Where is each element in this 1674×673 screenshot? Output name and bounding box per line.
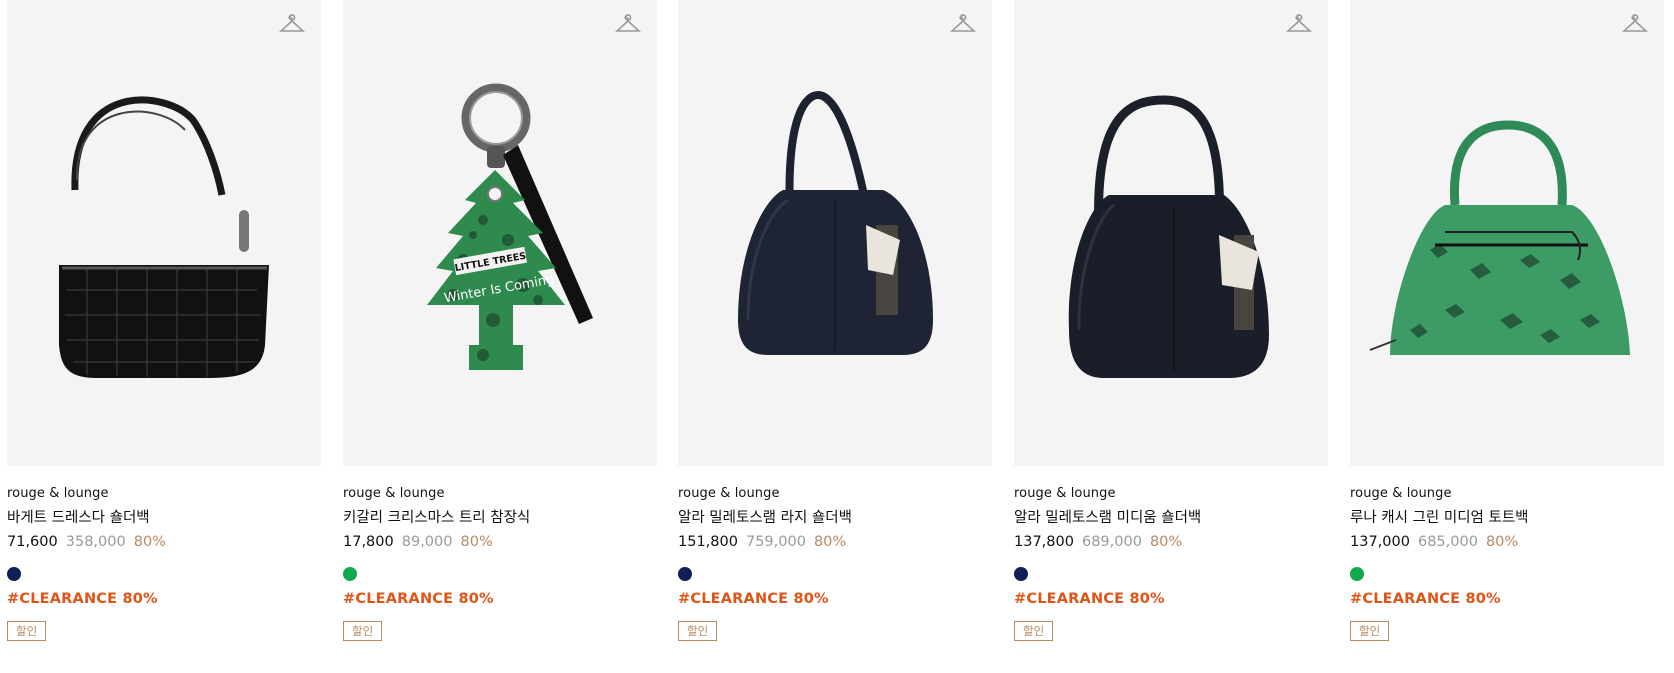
product-brand[interactable]: rouge & lounge <box>1014 486 1328 502</box>
product-card[interactable]: rouge & lounge 바게트 드레스다 숄더백 71,600 358,00… <box>7 0 321 641</box>
sale-badge: 할인 <box>678 621 718 641</box>
original-price: 89,000 <box>401 534 453 550</box>
discount-rate: 80% <box>1485 534 1519 550</box>
discount-rate: 80% <box>460 534 493 550</box>
large-hobo-bag-image <box>738 90 933 355</box>
color-swatch[interactable] <box>1014 567 1028 581</box>
clearance-tag[interactable]: #CLEARANCE 80% <box>7 591 321 607</box>
product-brand[interactable]: rouge & lounge <box>678 486 992 502</box>
clearance-tag[interactable]: #CLEARANCE 80% <box>343 591 657 607</box>
price-row: 151,800 759,000 80% <box>678 533 992 551</box>
product-brand[interactable]: rouge & lounge <box>343 486 657 502</box>
sale-price: 137,800 <box>1014 534 1074 550</box>
product-image[interactable] <box>678 0 992 466</box>
price-row: 17,800 89,000 80% <box>343 533 657 551</box>
product-brand[interactable]: rouge & lounge <box>7 486 321 502</box>
original-price: 759,000 <box>745 534 806 550</box>
product-image[interactable]: LITTLE TREES Winter Is Coming <box>343 0 657 466</box>
hanger-icon[interactable] <box>1286 12 1312 36</box>
price-row: 137,000 685,000 80% <box>1350 533 1664 551</box>
price-row: 137,800 689,000 80% <box>1014 533 1328 551</box>
discount-rate: 80% <box>1149 534 1183 550</box>
sale-price: 71,600 <box>7 534 58 550</box>
product-image[interactable] <box>1350 0 1664 466</box>
discount-rate: 80% <box>813 534 847 550</box>
product-card[interactable]: rouge & lounge 알라 밀레토스램 라지 숄더백 151,800 75… <box>678 0 992 641</box>
sale-price: 151,800 <box>678 534 738 550</box>
product-image[interactable] <box>1014 0 1328 466</box>
product-card[interactable]: rouge & lounge 루나 캐시 그린 미디엄 토트백 137,000 6… <box>1350 0 1664 641</box>
hanger-icon[interactable] <box>1622 12 1648 36</box>
color-swatch[interactable] <box>678 567 692 581</box>
sale-price: 17,800 <box>343 534 394 550</box>
product-name[interactable]: 키갈리 크리스마스 트리 참장식 <box>343 509 657 527</box>
original-price: 689,000 <box>1081 534 1142 550</box>
tree-keyring-image: LITTLE TREES Winter Is Coming <box>427 83 593 370</box>
price-row: 71,600 358,000 80% <box>7 533 321 551</box>
product-image[interactable] <box>7 0 321 466</box>
sale-badge: 할인 <box>7 621 47 641</box>
product-brand[interactable]: rouge & lounge <box>1350 486 1664 502</box>
croc-bag-image <box>59 96 269 378</box>
original-price: 358,000 <box>65 534 126 550</box>
hanger-icon[interactable] <box>950 12 976 36</box>
sale-price: 137,000 <box>1350 534 1410 550</box>
product-card[interactable]: rouge & lounge 알라 밀레토스램 미디움 숄더백 137,800 6… <box>1014 0 1328 641</box>
original-price: 685,000 <box>1417 534 1478 550</box>
medium-hobo-bag-image <box>1068 95 1269 378</box>
clearance-tag[interactable]: #CLEARANCE 80% <box>678 591 992 607</box>
sale-badge: 할인 <box>1014 621 1054 641</box>
discount-rate: 80% <box>133 534 166 550</box>
product-name[interactable]: 루나 캐시 그린 미디엄 토트백 <box>1350 509 1664 527</box>
hanger-icon[interactable] <box>615 12 641 36</box>
color-swatch[interactable] <box>7 567 21 581</box>
clearance-tag[interactable]: #CLEARANCE 80% <box>1350 591 1664 607</box>
product-grid: rouge & lounge 바게트 드레스다 숄더백 71,600 358,00… <box>0 0 1674 673</box>
color-swatch[interactable] <box>1350 567 1364 581</box>
color-swatch[interactable] <box>343 567 357 581</box>
python-tote-bag-image <box>1369 120 1630 355</box>
sale-badge: 할인 <box>1350 621 1390 641</box>
product-name[interactable]: 알라 밀레토스램 미디움 숄더백 <box>1014 509 1328 527</box>
sale-badge: 할인 <box>343 621 383 641</box>
product-name[interactable]: 알라 밀레토스램 라지 숄더백 <box>678 509 992 527</box>
product-card[interactable]: LITTLE TREES Winter Is Coming rouge & lo… <box>343 0 657 641</box>
hanger-icon[interactable] <box>279 12 305 36</box>
product-name[interactable]: 바게트 드레스다 숄더백 <box>7 509 321 527</box>
clearance-tag[interactable]: #CLEARANCE 80% <box>1014 591 1328 607</box>
